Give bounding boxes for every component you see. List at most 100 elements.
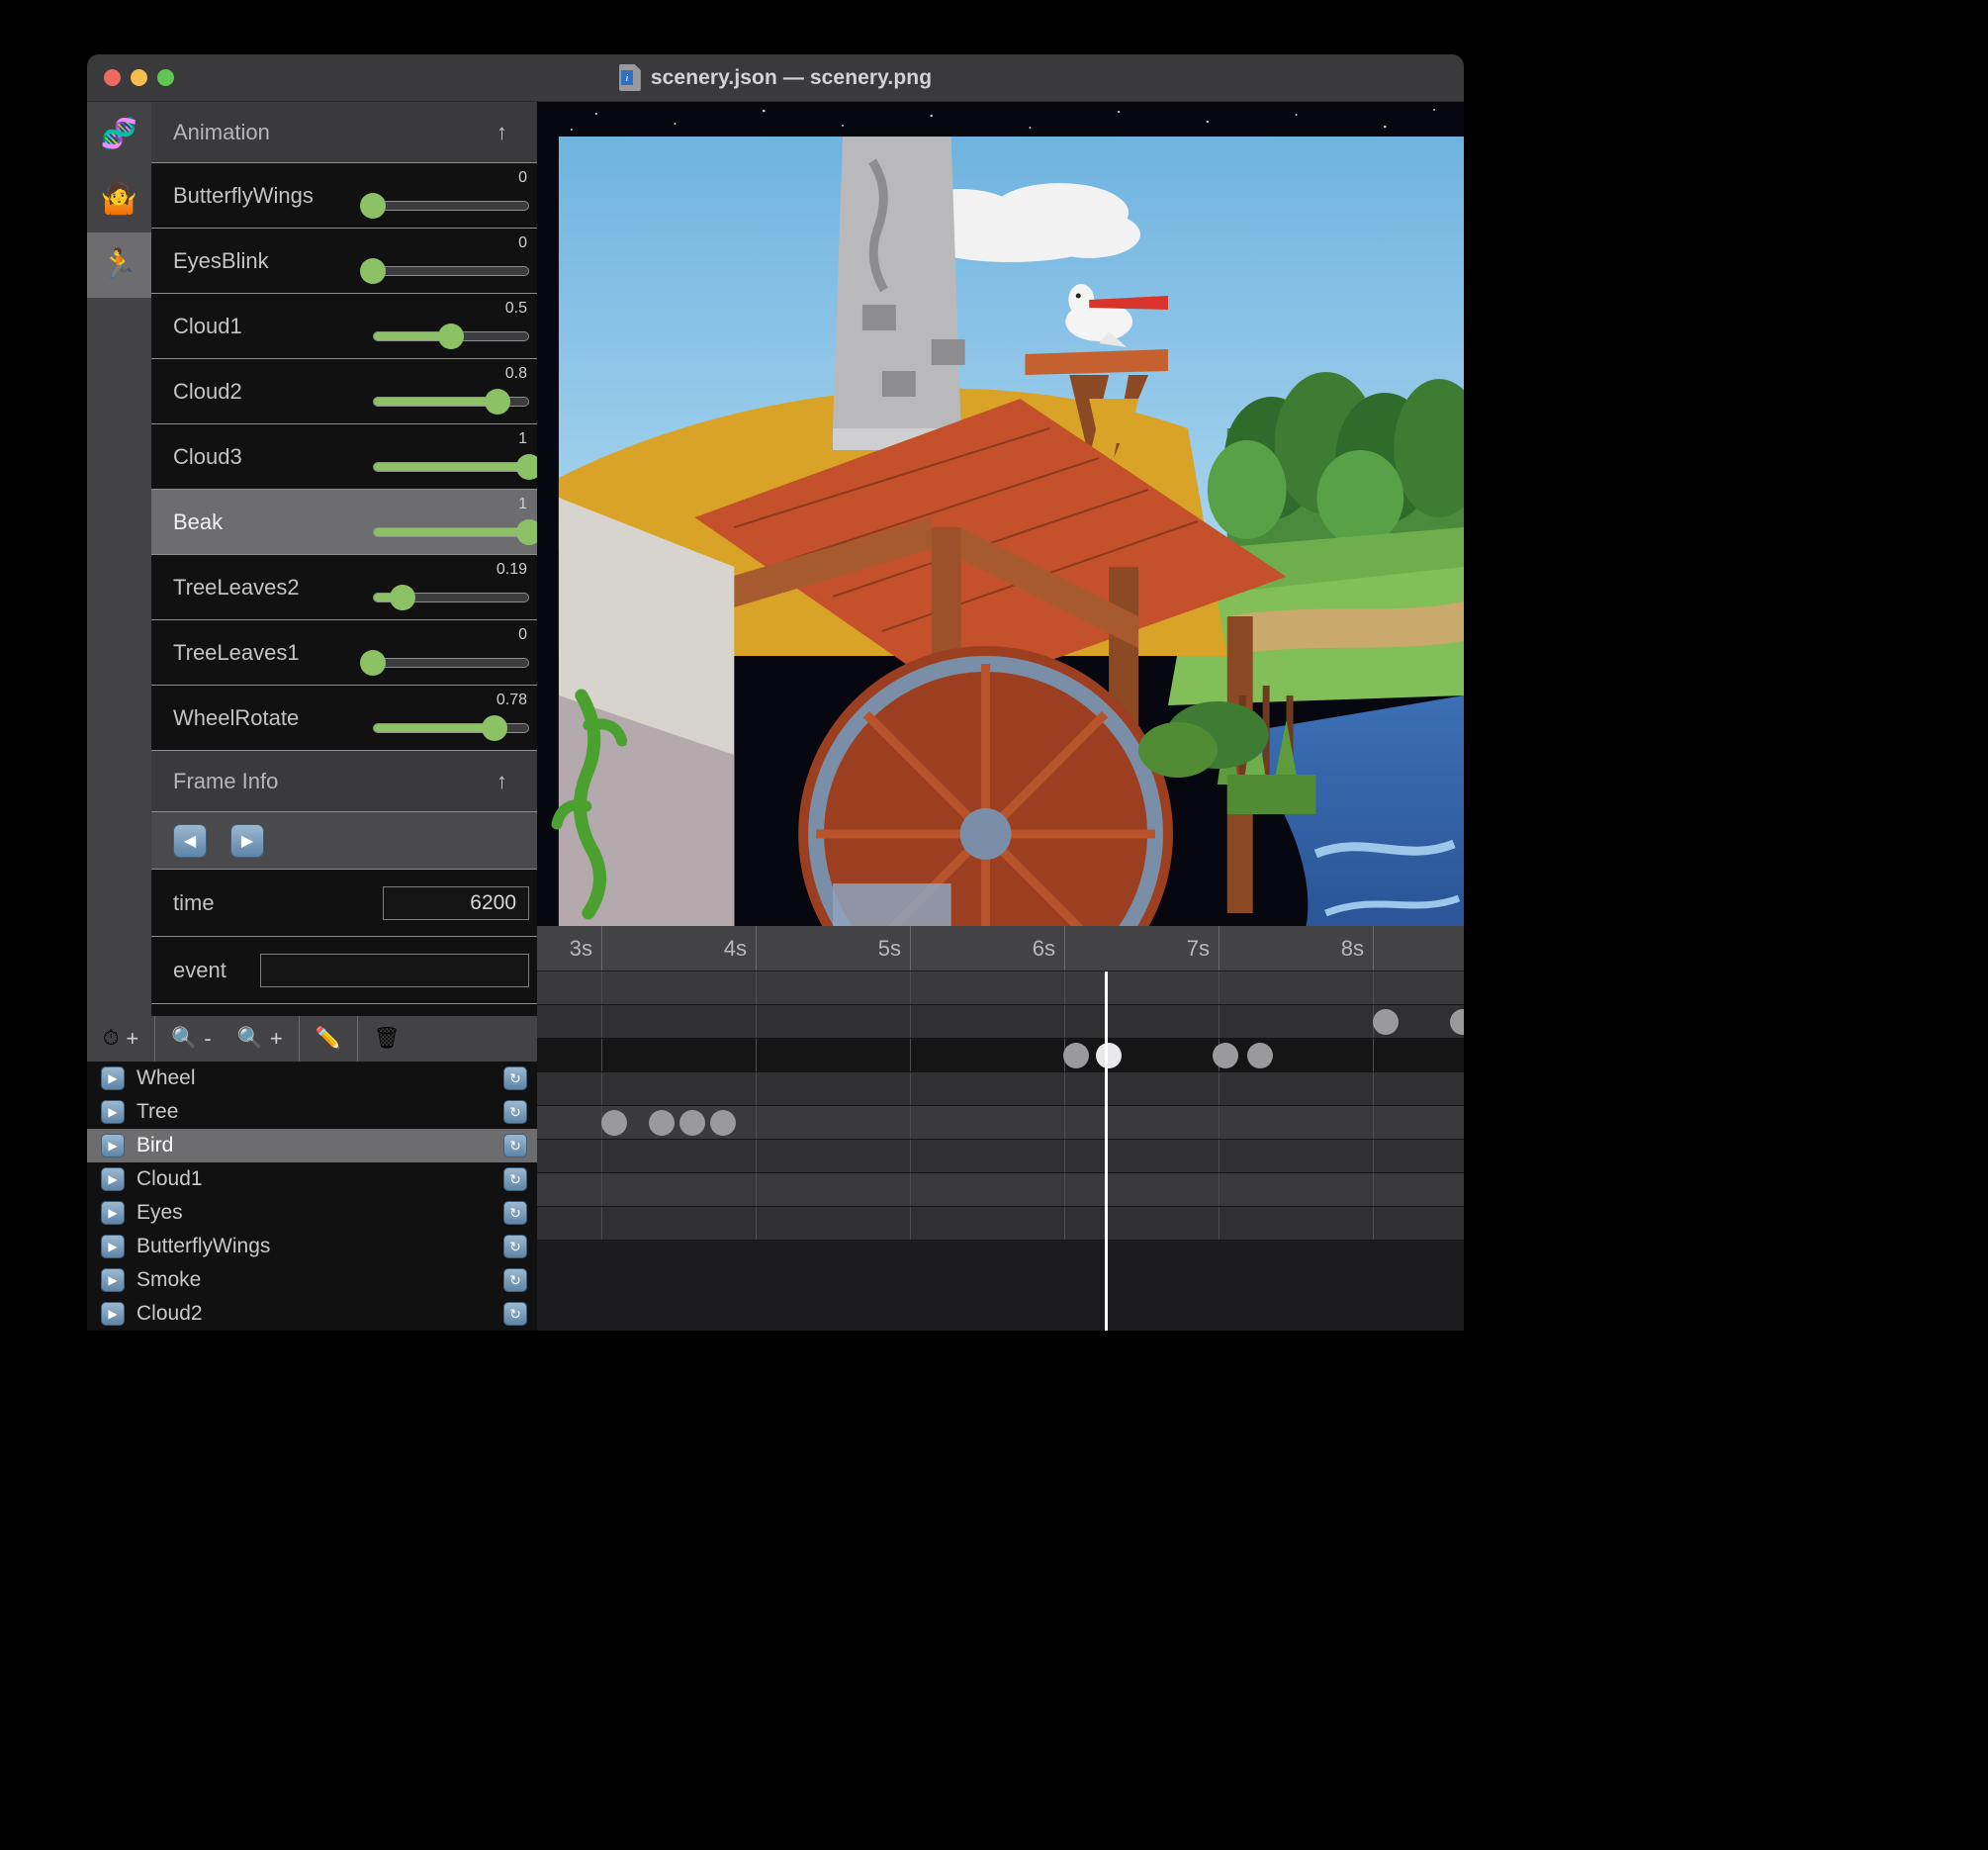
slider-knob[interactable] [438,324,464,349]
loop-icon[interactable]: ↻ [503,1235,527,1258]
slider-track[interactable] [373,266,529,276]
property-row-cloud3[interactable]: Cloud3 1 [151,424,542,490]
keyframe-marker[interactable] [1450,1008,1464,1035]
frame-info-section-header[interactable]: Frame Info ↑ [151,751,537,812]
timeline-row-butterflywings[interactable] [537,1140,1464,1173]
add-keyframe-button[interactable]: ⏱ + [103,1026,138,1052]
play-icon[interactable]: ▶ [101,1302,125,1326]
zoom-out-button[interactable]: 🔍 - [171,1026,211,1052]
loop-icon[interactable]: ↻ [503,1268,527,1292]
keyframe-marker[interactable] [649,1109,675,1136]
property-slider-treeleaves2[interactable]: 0.19 [373,555,529,619]
preview-canvas[interactable] [537,102,1464,926]
property-slider-treeleaves1[interactable]: 0 [360,620,529,685]
track-row-butterflywings[interactable]: ▶ ButterflyWings ↻ [87,1230,537,1263]
animation-section-header[interactable]: Animation ↑ [151,102,537,163]
play-icon[interactable]: ▶ [101,1201,125,1225]
track-row-cloud2[interactable]: ▶ Cloud2 ↻ [87,1297,537,1331]
zoom-in-button[interactable]: 🔍 + [237,1026,283,1052]
keyframe-marker[interactable] [679,1109,705,1136]
keyframe-marker[interactable] [710,1109,736,1136]
property-value: 0 [518,626,527,643]
property-row-cloud2[interactable]: Cloud2 0.8 [151,359,537,424]
slider-track[interactable] [373,658,529,668]
property-row-beak[interactable]: Beak 1 [151,490,542,555]
prev-frame-button[interactable]: ◀ [173,823,207,858]
runner-icon: 🏃 [100,248,138,281]
track-row-eyes[interactable]: ▶ Eyes ↻ [87,1196,537,1230]
slider-track[interactable] [373,462,529,472]
property-slider-cloud1[interactable]: 0.5 [373,294,529,358]
edit-pencil-button[interactable]: ✏️ [316,1027,341,1051]
track-name: Cloud1 [136,1167,203,1190]
collapse-up-arrow-icon-2[interactable]: ↑ [497,769,515,794]
track-row-wheel[interactable]: ▶ Wheel ↻ [87,1062,537,1095]
time-input[interactable]: 6200 [383,885,529,920]
track-row-cloud1[interactable]: ▶ Cloud1 ↻ [87,1162,537,1196]
next-frame-button[interactable]: ▶ [230,823,264,858]
loop-icon[interactable]: ↻ [503,1302,527,1326]
timeline-row-wheel[interactable] [537,971,1464,1005]
dna-tab[interactable]: 🧬 [87,102,151,167]
property-row-wheelrotate[interactable]: WheelRotate 0.78 [151,686,537,751]
keyframe-marker[interactable] [1096,1042,1122,1068]
property-slider-cloud2[interactable]: 0.8 [373,359,529,423]
slider-knob[interactable] [360,258,386,284]
loop-icon[interactable]: ↻ [503,1134,527,1157]
property-slider-beak[interactable]: 1 [373,490,542,554]
close-button[interactable] [104,69,121,86]
keyframe-marker[interactable] [1213,1042,1238,1068]
keyframe-marker[interactable] [1063,1042,1089,1068]
property-row-eyesblink[interactable]: EyesBlink 0 [151,229,537,294]
toolbar-group-zoom: 🔍 - 🔍 + [155,1016,300,1062]
minimize-button[interactable] [131,69,147,86]
timeline-gridline [1219,1005,1220,1038]
timeline-row-tree[interactable] [537,1005,1464,1039]
slider-knob[interactable] [360,650,386,676]
property-row-cloud1[interactable]: Cloud1 0.5 [151,294,537,359]
timeline-row-smoke[interactable] [537,1173,1464,1207]
delete-trash-button[interactable]: 🗑 [374,1027,401,1051]
property-row-butterflywings[interactable]: ButterflyWings 0 [151,163,537,229]
timeline-row-cloud2[interactable] [537,1207,1464,1241]
event-input[interactable] [260,953,529,987]
shrug-tab[interactable]: 🤷 [87,167,151,232]
loop-icon[interactable]: ↻ [503,1100,527,1124]
track-row-smoke[interactable]: ▶ Smoke ↻ [87,1263,537,1297]
timeline-grid[interactable] [537,971,1464,1331]
property-slider-eyesblink[interactable]: 0 [360,229,529,293]
track-row-bird[interactable]: ▶ Bird ↻ [87,1129,537,1162]
maximize-button[interactable] [157,69,174,86]
timeline-row-eyes[interactable] [537,1106,1464,1140]
keyframe-marker[interactable] [1247,1042,1273,1068]
collapse-up-arrow-icon[interactable]: ↑ [497,120,515,145]
property-slider-butterflywings[interactable]: 0 [360,163,529,228]
timeline-ruler[interactable]: 3s 4s 5s 6s 7s 8s [537,926,1464,971]
timeline-row-bird[interactable] [537,1039,1464,1072]
play-icon[interactable]: ▶ [101,1134,125,1157]
property-row-treeleaves1[interactable]: TreeLeaves1 0 [151,620,537,686]
runner-tab[interactable]: 🏃 [87,232,151,298]
slider-knob[interactable] [482,715,508,741]
keyframe-marker[interactable] [601,1109,627,1136]
play-icon[interactable]: ▶ [101,1100,125,1124]
property-row-treeleaves2[interactable]: TreeLeaves2 0.19 [151,555,537,620]
loop-icon[interactable]: ↻ [503,1167,527,1191]
property-slider-wheelrotate[interactable]: 0.78 [373,686,529,750]
play-icon[interactable]: ▶ [101,1268,125,1292]
property-slider-cloud3[interactable]: 1 [373,424,542,489]
slider-knob[interactable] [360,193,386,219]
play-icon[interactable]: ▶ [101,1235,125,1258]
track-row-tree[interactable]: ▶ Tree ↻ [87,1095,537,1129]
play-icon[interactable]: ▶ [101,1167,125,1191]
keyframe-marker[interactable] [1373,1008,1399,1035]
play-icon[interactable]: ▶ [101,1066,125,1090]
slider-knob[interactable] [485,389,511,415]
slider-track[interactable] [373,201,529,211]
loop-icon[interactable]: ↻ [503,1201,527,1225]
slider-knob[interactable] [390,585,416,610]
playhead[interactable] [1105,971,1108,1331]
loop-icon[interactable]: ↻ [503,1066,527,1090]
slider-track[interactable] [373,527,529,537]
timeline-row-cloud1[interactable] [537,1072,1464,1106]
